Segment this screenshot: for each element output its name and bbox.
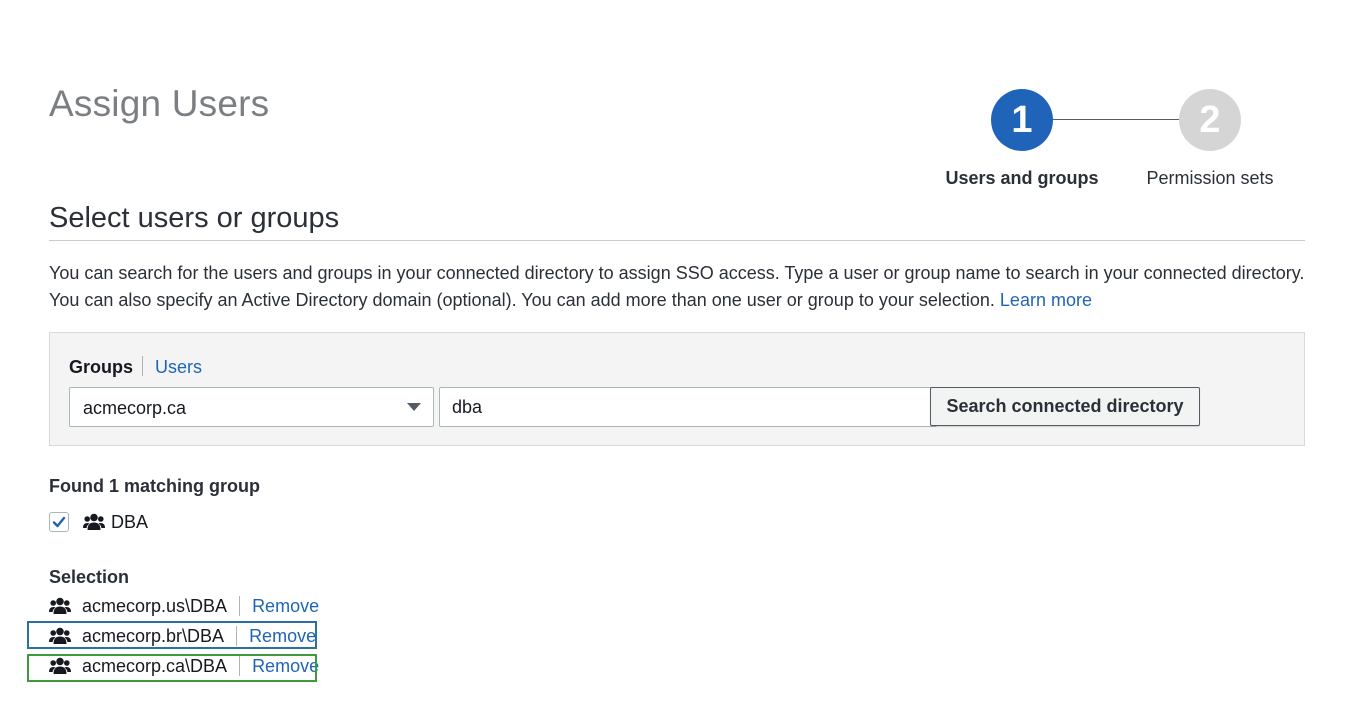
result-checkbox[interactable] <box>49 512 69 532</box>
learn-more-link[interactable]: Learn more <box>1000 290 1092 310</box>
selection-item-name: acmecorp.us\DBA <box>82 596 228 616</box>
step-1-number: 1 <box>991 89 1053 151</box>
stepper-connector-line <box>1052 119 1182 120</box>
group-icon <box>83 513 105 530</box>
remove-link[interactable]: Remove <box>252 595 319 617</box>
domain-select-value: acmecorp.ca <box>83 398 187 418</box>
domain-select[interactable]: acmecorp.ca <box>69 387 434 427</box>
caret-down-icon <box>407 403 421 411</box>
page-title: Assign Users <box>49 83 270 124</box>
results-heading: Found 1 matching group <box>49 476 260 496</box>
group-icon <box>49 597 71 614</box>
search-connected-directory-button[interactable]: Search connected directory <box>930 387 1200 426</box>
search-input[interactable] <box>439 387 937 427</box>
tab-users[interactable]: Users <box>155 356 202 378</box>
section-description: You can search for the users and groups … <box>49 260 1319 314</box>
highlight-box-blue <box>27 621 317 649</box>
section-divider <box>49 240 1305 241</box>
checkmark-icon <box>52 516 66 528</box>
section-title: Select users or groups <box>49 202 340 234</box>
selection-heading: Selection <box>49 567 130 587</box>
search-panel: Groups Users acmecorp.ca Search connecte… <box>49 332 1305 446</box>
step-2-label: Permission sets <box>1146 168 1274 188</box>
description-line-1: You can search for the users and groups … <box>49 263 1305 283</box>
result-item: DBA <box>49 510 148 534</box>
highlight-box-green <box>27 654 317 682</box>
selection-item: acmecorp.us\DBA Remove <box>49 591 319 621</box>
tab-groups[interactable]: Groups <box>69 356 133 378</box>
tab-separator <box>142 356 143 376</box>
step-2-number: 2 <box>1179 89 1241 151</box>
step-1-label: Users and groups <box>945 168 1099 188</box>
description-line-2: You can also specify an Active Directory… <box>49 290 995 310</box>
selection-separator <box>239 596 241 616</box>
result-name: DBA <box>111 512 149 532</box>
